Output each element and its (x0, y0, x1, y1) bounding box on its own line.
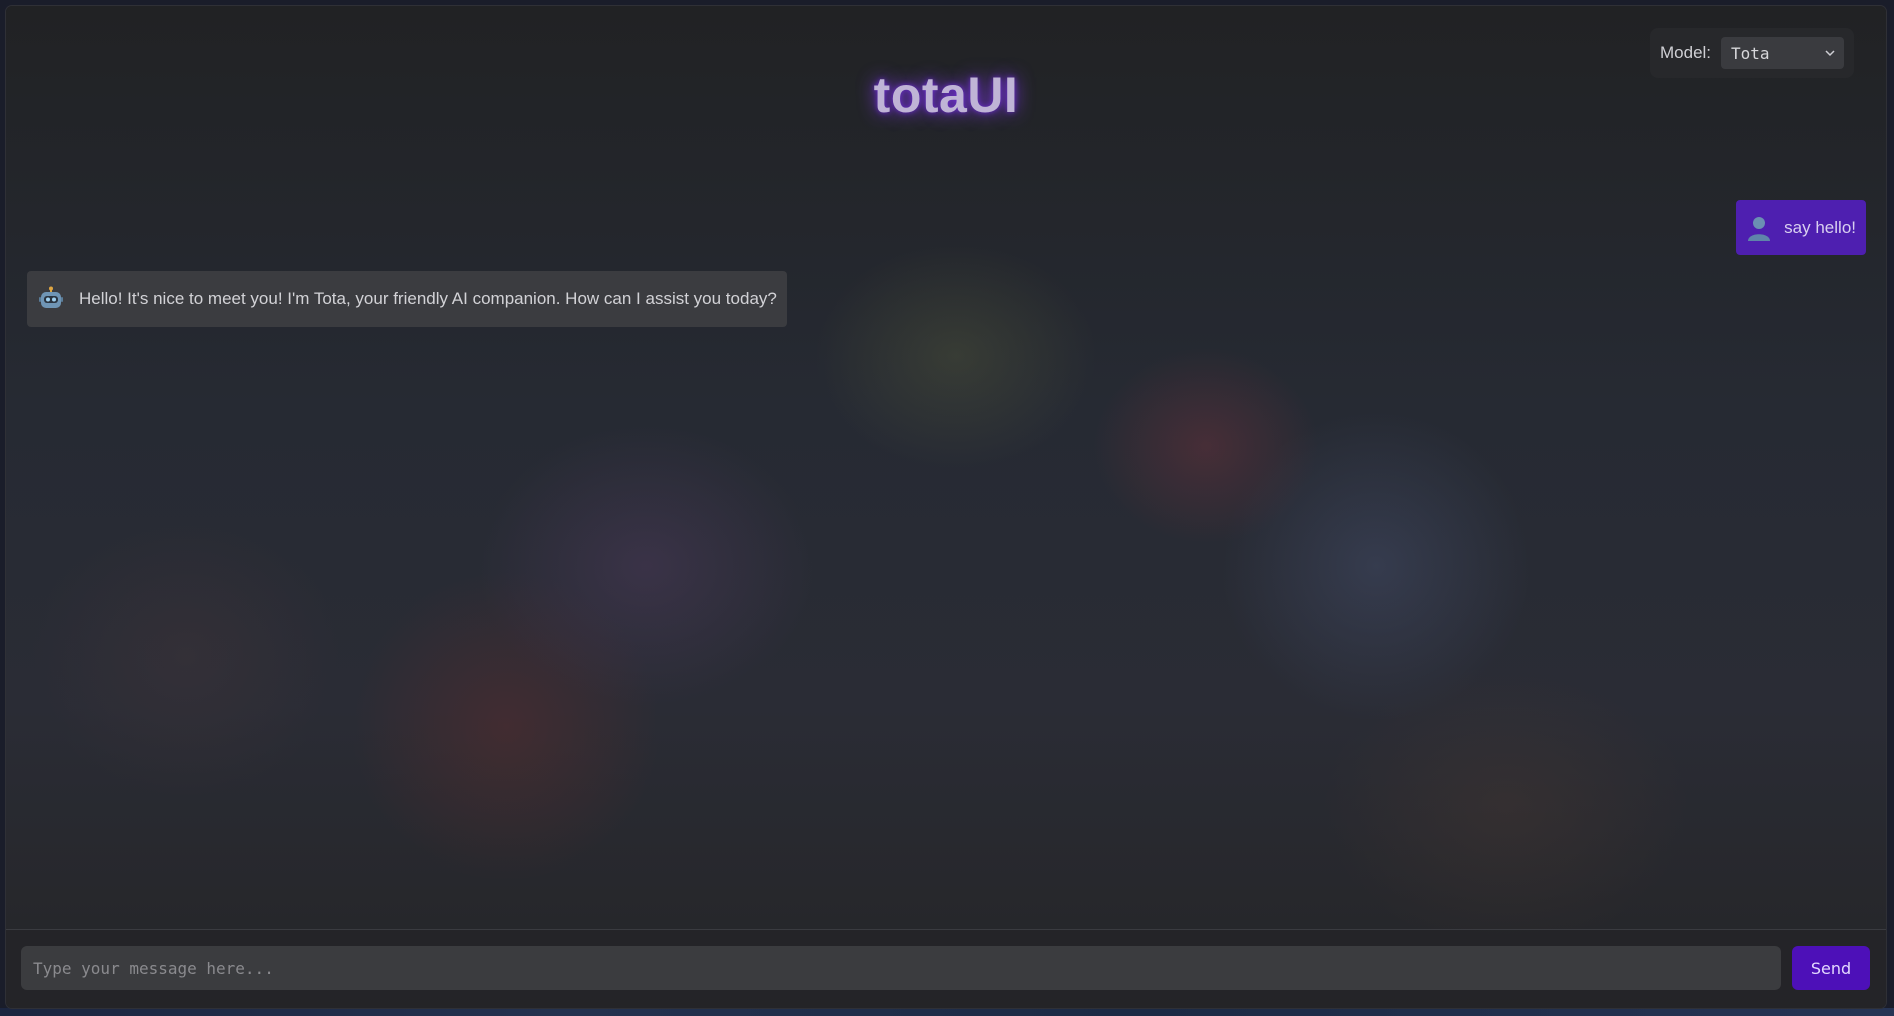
model-dropdown[interactable]: Tota (1721, 37, 1844, 69)
message-input[interactable] (21, 946, 1781, 990)
composer-bar: Send (6, 929, 1886, 1008)
chevron-down-icon (1824, 47, 1836, 59)
model-label: Model: (1660, 43, 1712, 62)
robot-avatar-icon (37, 285, 65, 313)
desktop-strip (0, 1008, 1894, 1016)
assistant-message: Hello! It's nice to meet you! I'm Tota, … (27, 271, 787, 327)
model-selector: Model: Tota (1650, 28, 1854, 78)
chat-app-window: totaUI Model: Tota say hello! Hello! It'… (6, 6, 1886, 1008)
model-selected-value: Tota (1731, 43, 1770, 63)
app-title: totaUI (873, 67, 1019, 123)
user-message: say hello! (1736, 200, 1866, 255)
assistant-message-text: Hello! It's nice to meet you! I'm Tota, … (79, 289, 777, 308)
user-message-text: say hello! (1784, 217, 1856, 237)
send-button[interactable]: Send (1792, 946, 1870, 990)
user-avatar-icon (1744, 213, 1774, 243)
